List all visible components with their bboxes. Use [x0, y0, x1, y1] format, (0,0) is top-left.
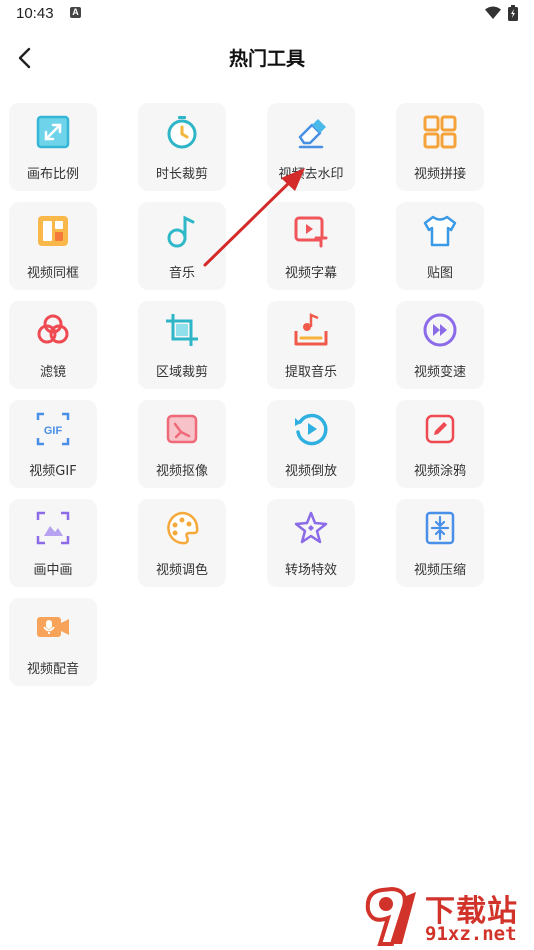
tool-label: 视频涂鸦	[413, 464, 466, 479]
tool-label: 转场特效	[284, 563, 337, 578]
status-bar: 10:43 A	[0, 0, 534, 30]
tool-label: 提取音乐	[284, 365, 337, 380]
tool-speed[interactable]: 视频变速	[396, 301, 484, 389]
gif-icon: GIF	[36, 412, 70, 446]
site-watermark: 下载站 91xz.net	[362, 886, 532, 948]
music-note-icon	[167, 215, 195, 248]
watermark-url: 91xz.net	[425, 923, 517, 945]
status-time: 10:43	[16, 5, 54, 22]
header: 热门工具	[0, 30, 534, 86]
compress-icon	[425, 511, 455, 545]
split-screen-icon	[38, 216, 68, 246]
tool-label: 画中画	[33, 563, 73, 578]
shirt-sticker-icon	[423, 215, 457, 247]
tool-pip[interactable]: 画中画	[9, 499, 97, 587]
doodle-pen-icon	[425, 414, 455, 444]
tool-label: 时长裁剪	[155, 167, 208, 182]
tool-doodle[interactable]: 视频涂鸦	[396, 400, 484, 488]
tool-cutout[interactable]: 视频抠像	[138, 400, 226, 488]
tool-region-crop[interactable]: 区域裁剪	[138, 301, 226, 389]
eraser-icon	[298, 119, 326, 149]
wifi-icon	[485, 6, 501, 19]
tool-sticker[interactable]: 贴图	[396, 202, 484, 290]
crop-icon	[166, 314, 198, 346]
tool-voiceover[interactable]: 视频配音	[9, 598, 97, 686]
tool-canvas-ratio[interactable]: 画布比例	[9, 103, 97, 191]
cutout-image-icon	[166, 414, 198, 444]
tool-label: 视频字幕	[284, 266, 337, 281]
sparkle-star-icon	[294, 511, 328, 544]
tool-label: 视频变速	[413, 365, 466, 380]
tool-label: 视频调色	[155, 563, 208, 578]
tool-color-grade[interactable]: 视频调色	[138, 499, 226, 587]
tool-music[interactable]: 音乐	[138, 202, 226, 290]
tool-label: 视频GIF	[29, 464, 77, 479]
tool-label: 画布比例	[26, 167, 79, 182]
svg-text:GIF: GIF	[44, 425, 63, 437]
watermark-logo-icon	[365, 886, 416, 946]
tool-label: 视频配音	[26, 662, 79, 677]
extract-music-icon	[294, 313, 328, 346]
tool-label: 视频去水印	[278, 167, 344, 182]
tool-reverse[interactable]: 视频倒放	[267, 400, 355, 488]
tool-label: 视频抠像	[155, 464, 208, 479]
tool-split-screen[interactable]: 视频同框	[9, 202, 97, 290]
subtitle-icon	[294, 216, 328, 248]
tool-transition[interactable]: 转场特效	[267, 499, 355, 587]
picture-in-picture-icon	[36, 511, 70, 545]
tool-label: 滤镜	[39, 365, 66, 380]
tool-extract-music[interactable]: 提取音乐	[267, 301, 355, 389]
aspect-ratio-icon	[36, 115, 70, 149]
grid-join-icon	[423, 115, 457, 149]
filter-icon	[37, 314, 69, 344]
tool-filter[interactable]: 滤镜	[9, 301, 97, 389]
tool-remove-watermark[interactable]: 视频去水印	[267, 103, 355, 191]
notification-icon: A	[70, 7, 81, 18]
voiceover-icon	[37, 617, 69, 637]
battery-icon	[508, 5, 518, 21]
tool-label: 贴图	[426, 266, 453, 281]
tool-label: 音乐	[168, 266, 195, 281]
page-title: 热门工具	[228, 48, 305, 70]
fast-forward-icon	[423, 313, 457, 347]
stopwatch-icon	[167, 116, 197, 149]
palette-icon	[167, 511, 199, 545]
tool-duration-trim[interactable]: 时长裁剪	[138, 103, 226, 191]
tool-video-join[interactable]: 视频拼接	[396, 103, 484, 191]
tool-label: 视频拼接	[413, 167, 466, 182]
tool-subtitle[interactable]: 视频字幕	[267, 202, 355, 290]
tool-gif[interactable]: GIF 视频GIF	[9, 400, 97, 488]
tool-label: 区域裁剪	[155, 365, 208, 380]
tool-label: 视频同框	[26, 266, 79, 281]
tool-compress[interactable]: 视频压缩	[396, 499, 484, 587]
reverse-play-icon	[295, 413, 328, 446]
tool-label: 视频压缩	[413, 563, 466, 578]
tool-label: 视频倒放	[284, 464, 337, 479]
